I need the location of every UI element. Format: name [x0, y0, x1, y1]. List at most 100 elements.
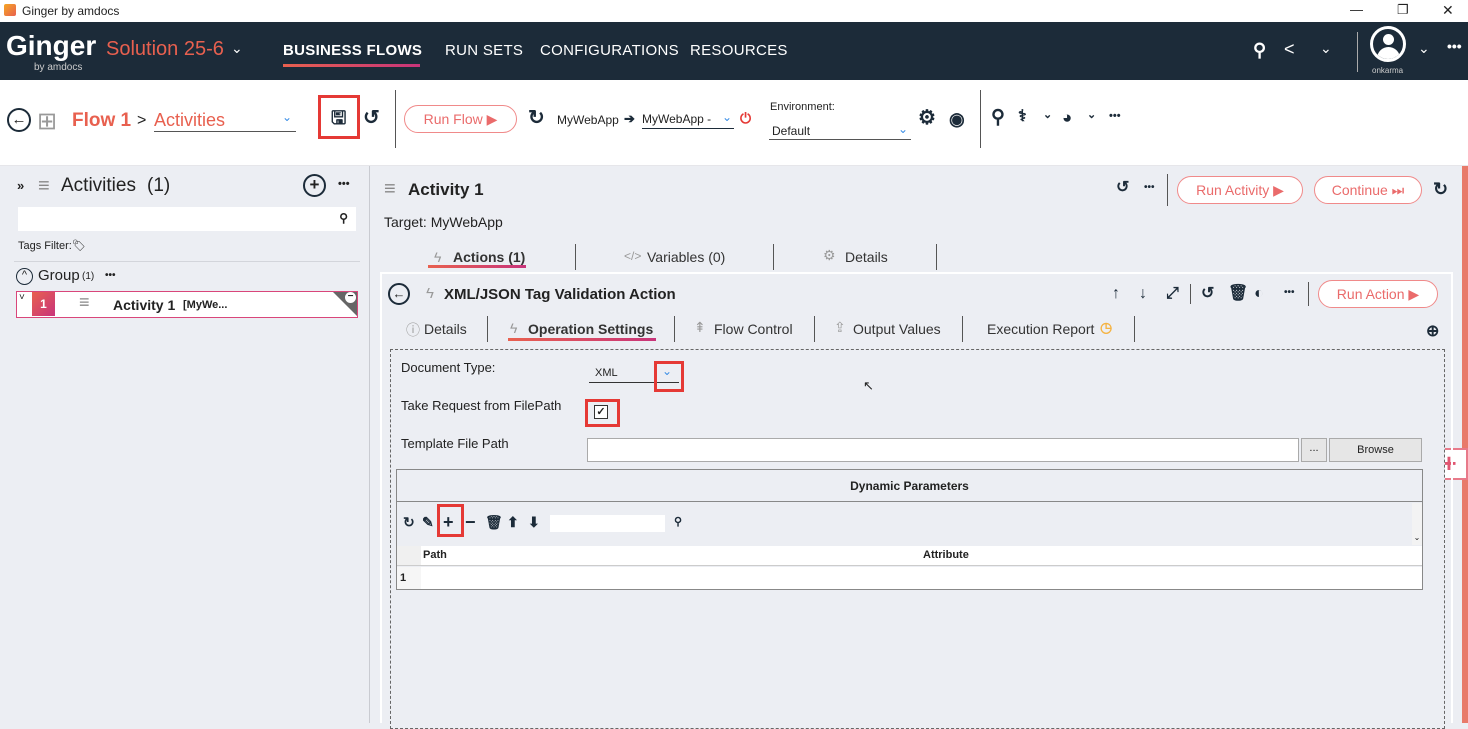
- search-icon[interactable]: ⚲: [1253, 40, 1266, 61]
- close-button[interactable]: ✕: [1442, 2, 1454, 19]
- agent-select[interactable]: MyWebApp - ⌄: [642, 110, 734, 129]
- add-row-icon[interactable]: +: [443, 513, 454, 531]
- stethoscope-icon[interactable]: ⚕: [1018, 109, 1027, 125]
- undo-icon[interactable]: ↺: [363, 108, 380, 128]
- nav-resources[interactable]: RESOURCES: [690, 42, 788, 59]
- flow-hierarchy-icon: ⊞: [37, 108, 58, 135]
- tab-output-values[interactable]: Output Values: [853, 321, 941, 337]
- more-icon[interactable]: •••: [1109, 111, 1121, 122]
- chevron-down-icon[interactable]: ⌄: [1087, 110, 1096, 121]
- upload-icon: ⇪: [834, 319, 846, 335]
- chevron-down-icon[interactable]: ⌄: [662, 364, 672, 378]
- search-icon[interactable]: ⚲: [674, 517, 682, 528]
- nav-run-sets[interactable]: RUN SETS: [445, 42, 523, 59]
- lightning-icon: ϟ: [510, 320, 518, 336]
- run-action-label: Run Action: [1336, 286, 1405, 302]
- more-icon[interactable]: •••: [1284, 288, 1295, 298]
- select-all-cell[interactable]: [397, 546, 421, 565]
- search-icon[interactable]: ⚲: [339, 211, 348, 225]
- tab-flow-control[interactable]: Flow Control: [714, 321, 793, 337]
- expand-icon[interactable]: ⤢: [1166, 286, 1179, 302]
- chevron-down-icon[interactable]: ⌄: [231, 40, 243, 57]
- divider: [674, 316, 675, 342]
- tab-operation-settings[interactable]: Operation Settings: [528, 321, 653, 337]
- help-icon[interactable]: ⊕: [1426, 324, 1439, 340]
- tag-icon[interactable]: 🏷: [72, 239, 86, 252]
- arrow-down-icon[interactable]: ↓: [1139, 286, 1147, 302]
- avatar[interactable]: [1370, 26, 1406, 62]
- divider: [962, 316, 963, 342]
- remove-icon[interactable]: −: [345, 292, 356, 303]
- more-icon[interactable]: •••: [1144, 183, 1155, 193]
- tab-details[interactable]: Details: [845, 249, 888, 265]
- take-request-checkbox[interactable]: ✓: [594, 405, 608, 419]
- toggle-icon[interactable]: ◐: [1254, 286, 1264, 302]
- arrow-up-icon[interactable]: ⬆: [507, 515, 519, 529]
- power-icon[interactable]: ⏻: [740, 110, 751, 127]
- run-flow-button[interactable]: Run Flow ▶: [404, 105, 517, 133]
- window-title: Ginger by amdocs: [22, 4, 120, 18]
- scrollbar[interactable]: ⌄: [1412, 503, 1422, 545]
- ellipsis-button[interactable]: ...: [1301, 438, 1327, 462]
- activities-search-input[interactable]: ⚲: [18, 207, 356, 231]
- template-file-path-input[interactable]: [587, 438, 1299, 462]
- minimize-button[interactable]: —: [1350, 2, 1363, 17]
- activity-list-item[interactable]: ˅ 1 ≡ Activity 1 [MyWe... −: [16, 291, 358, 318]
- solution-name[interactable]: Solution 25-6: [106, 38, 224, 61]
- more-icon[interactable]: •••: [1447, 38, 1462, 54]
- run-activity-button[interactable]: Run Activity ▶: [1177, 176, 1303, 204]
- activity-target: [MyWe...: [183, 299, 228, 311]
- trash-icon[interactable]: 🗑: [1228, 286, 1248, 302]
- tab-actions[interactable]: Actions (1): [453, 249, 525, 265]
- expand-icon[interactable]: ˅: [19, 292, 25, 303]
- drag-handle-icon[interactable]: ≡: [79, 292, 90, 313]
- active-tab-underline: [428, 265, 526, 268]
- nav-business-flows[interactable]: BUSINESS FLOWS: [283, 42, 422, 59]
- undo-icon[interactable]: ↺: [1201, 286, 1214, 302]
- divider: [1134, 316, 1135, 342]
- table-row[interactable]: 1: [397, 567, 1422, 589]
- chevron-down-icon[interactable]: ⌄: [1043, 110, 1052, 121]
- tab-variables[interactable]: Variables (0): [647, 249, 725, 265]
- continue-button[interactable]: Continue ⏭: [1314, 176, 1422, 204]
- column-attribute[interactable]: Attribute: [923, 549, 969, 561]
- arrow-up-icon[interactable]: ↑: [1112, 286, 1120, 302]
- view-select[interactable]: Activities ⌄: [154, 110, 296, 132]
- share-icon[interactable]: <: [1284, 39, 1295, 60]
- arrow-down-icon[interactable]: ⬇: [528, 515, 540, 529]
- collapse-group-icon[interactable]: ^: [16, 268, 33, 285]
- back-icon[interactable]: ←: [388, 283, 410, 305]
- chevron-down-icon[interactable]: ⌄: [1320, 40, 1332, 57]
- edit-icon[interactable]: ✎: [422, 515, 434, 529]
- tab-execution-report[interactable]: Execution Report: [987, 321, 1094, 337]
- refresh-icon[interactable]: ↻: [1433, 180, 1448, 198]
- column-path[interactable]: Path: [423, 549, 447, 561]
- divider: [1190, 284, 1191, 304]
- pie-chart-icon[interactable]: ◕: [1062, 109, 1072, 126]
- chevron-down-icon: ⌄: [897, 122, 908, 136]
- undo-icon[interactable]: ↺: [1116, 180, 1129, 196]
- chevron-down-icon: ⌄: [281, 110, 292, 124]
- back-icon[interactable]: ←: [7, 108, 31, 132]
- maximize-button[interactable]: ❐: [1397, 2, 1409, 18]
- divider: [980, 90, 981, 148]
- remove-row-icon[interactable]: −: [465, 513, 476, 531]
- refresh-icon[interactable]: ↻: [528, 108, 545, 128]
- nav-configurations[interactable]: CONFIGURATIONS: [540, 42, 679, 59]
- more-icon[interactable]: •••: [338, 178, 350, 190]
- add-activity-button[interactable]: +: [303, 174, 326, 197]
- tab-action-details[interactable]: Details: [424, 321, 467, 337]
- save-icon[interactable]: 🖫: [331, 109, 346, 127]
- search-icon[interactable]: ⚲: [991, 108, 1005, 127]
- eye-icon[interactable]: ◉: [949, 110, 965, 128]
- trash-icon[interactable]: 🗑: [485, 515, 503, 529]
- refresh-icon[interactable]: ↻: [403, 515, 415, 529]
- collapse-icon[interactable]: »: [17, 178, 24, 193]
- gear-icon[interactable]: ⚙: [918, 108, 936, 128]
- chevron-down-icon[interactable]: ⌄: [1418, 40, 1430, 57]
- browse-button[interactable]: Browse: [1329, 438, 1422, 462]
- environment-select[interactable]: Default ⌄: [769, 122, 911, 140]
- grid-search-input[interactable]: [550, 515, 665, 532]
- run-action-button[interactable]: Run Action ▶: [1318, 280, 1438, 308]
- more-icon[interactable]: •••: [105, 270, 116, 281]
